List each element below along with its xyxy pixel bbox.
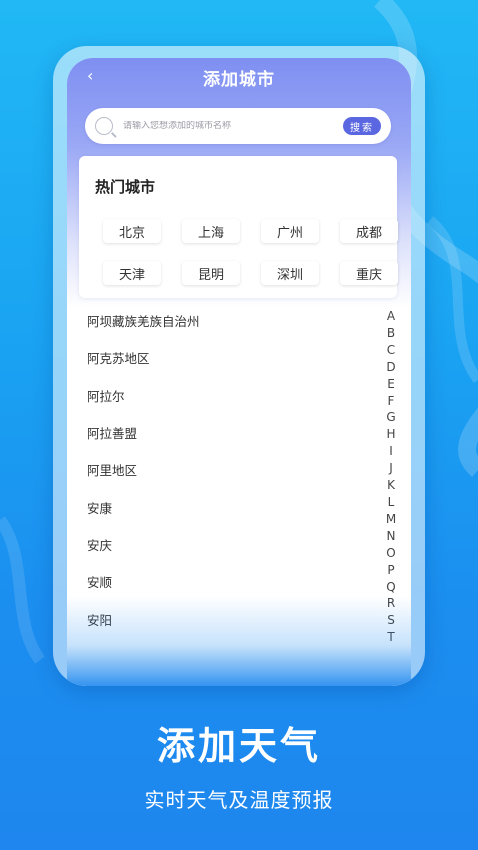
city-list-item[interactable]: 安阳 <box>87 600 367 637</box>
index-letter[interactable]: J <box>389 460 393 477</box>
alphabet-index[interactable]: A B C D E F G H I J K L M N O P Q R S T <box>383 308 399 646</box>
phone-mockup: ‹ 添加城市 搜索 热门城市 北京 上海 广州 成都 天津 昆明 深圳 重庆 阿… <box>53 46 425 686</box>
hot-city-chip[interactable]: 重庆 <box>340 261 398 285</box>
index-letter[interactable]: N <box>387 528 396 545</box>
index-letter[interactable]: R <box>387 595 395 612</box>
search-button[interactable]: 搜索 <box>343 117 381 135</box>
index-letter[interactable]: F <box>388 393 395 410</box>
index-letter[interactable]: B <box>387 325 395 342</box>
hot-city-chip[interactable]: 深圳 <box>261 261 319 285</box>
city-list-item[interactable]: 阿拉善盟 <box>87 414 367 451</box>
index-letter[interactable]: O <box>386 545 395 562</box>
search-input[interactable] <box>123 121 333 131</box>
hot-city-chip[interactable]: 北京 <box>103 219 161 243</box>
promo-headline: 添加天气 <box>156 724 321 768</box>
city-list-item[interactable]: 阿克苏地区 <box>87 339 367 376</box>
search-bar: 搜索 <box>85 108 391 144</box>
search-icon <box>95 117 113 135</box>
index-letter[interactable]: Q <box>386 579 395 596</box>
city-list-item[interactable]: 安康 <box>87 488 367 525</box>
index-letter[interactable]: L <box>388 494 395 511</box>
city-list-item[interactable]: 阿里地区 <box>87 451 367 488</box>
index-letter[interactable]: G <box>386 409 395 426</box>
hot-city-chip[interactable]: 成都 <box>340 219 398 243</box>
hot-city-chip[interactable]: 广州 <box>261 219 319 243</box>
index-letter[interactable]: A <box>387 308 395 325</box>
back-icon[interactable]: ‹ <box>87 67 105 85</box>
promo-subline: 实时天气及温度预报 <box>144 788 334 812</box>
nav-bar: ‹ 添加城市 <box>67 58 411 96</box>
city-list-item[interactable]: 阿拉尔 <box>87 377 367 414</box>
index-letter[interactable]: C <box>387 342 395 359</box>
index-letter[interactable]: D <box>386 359 395 376</box>
index-letter[interactable]: H <box>386 426 395 443</box>
hot-city-chip[interactable]: 上海 <box>182 219 240 243</box>
city-list: 阿坝藏族羌族自治州 阿克苏地区 阿拉尔 阿拉善盟 阿里地区 安康 安庆 安顺 安… <box>87 302 367 638</box>
index-letter[interactable]: I <box>389 443 393 460</box>
index-letter[interactable]: K <box>387 477 395 494</box>
app-screen: ‹ 添加城市 搜索 热门城市 北京 上海 广州 成都 天津 昆明 深圳 重庆 阿… <box>67 58 411 686</box>
index-letter[interactable]: M <box>386 511 396 528</box>
hot-city-chip[interactable]: 天津 <box>103 261 161 285</box>
city-list-item[interactable]: 安顺 <box>87 563 367 600</box>
index-letter[interactable]: S <box>387 612 395 629</box>
city-list-item[interactable]: 阿坝藏族羌族自治州 <box>87 302 367 339</box>
index-letter[interactable]: P <box>387 562 394 579</box>
hot-city-chip[interactable]: 昆明 <box>182 261 240 285</box>
hot-cities-title: 热门城市 <box>95 178 156 196</box>
index-letter[interactable]: E <box>387 376 395 393</box>
hot-cities-card: 热门城市 北京 上海 广州 成都 天津 昆明 深圳 重庆 <box>79 156 398 298</box>
index-letter[interactable]: T <box>387 629 394 646</box>
page-title: 添加城市 <box>203 69 275 90</box>
city-list-item[interactable]: 安庆 <box>87 526 367 563</box>
